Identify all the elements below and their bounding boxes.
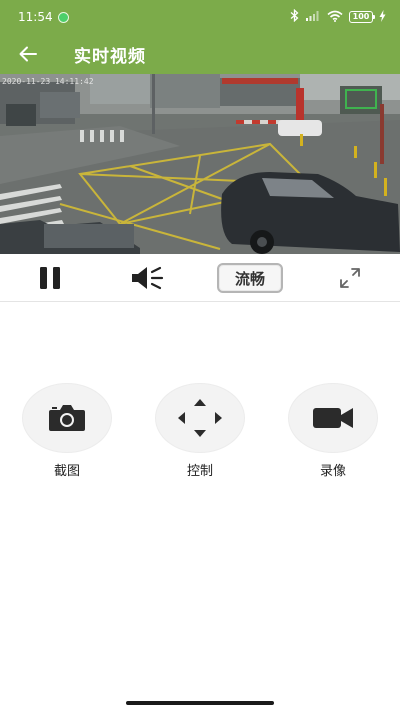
video-camera-icon xyxy=(313,408,353,428)
home-indicator[interactable] xyxy=(126,701,274,705)
status-bar: 11:54 100 xyxy=(0,0,400,34)
record-action[interactable]: 录像 xyxy=(288,383,378,479)
video-timestamp: 2020-11-23 14:11:42 xyxy=(2,77,94,86)
volume-button[interactable] xyxy=(126,254,172,302)
bluetooth-icon xyxy=(290,8,299,25)
fullscreen-icon xyxy=(340,268,360,288)
direction-pad-icon xyxy=(178,399,222,437)
ptz-control-action[interactable]: 控制 xyxy=(155,383,245,479)
signal-icon xyxy=(305,10,321,25)
back-button[interactable] xyxy=(0,34,56,74)
screenshot-action[interactable]: 截图 xyxy=(22,383,112,479)
pause-button[interactable] xyxy=(28,254,72,302)
status-left: 11:54 xyxy=(18,10,69,24)
status-time: 11:54 xyxy=(18,10,53,24)
charging-icon xyxy=(379,9,386,25)
battery-indicator: 100 xyxy=(349,11,375,23)
wifi-icon xyxy=(327,10,343,25)
pause-icon xyxy=(40,267,60,289)
notification-icon xyxy=(57,11,69,23)
status-right: 100 xyxy=(290,8,386,25)
video-frame xyxy=(0,74,400,254)
ptz-control-label: 控制 xyxy=(186,464,213,479)
video-player[interactable]: 2020-11-23 14:11:42 xyxy=(0,74,400,254)
fullscreen-button[interactable] xyxy=(330,254,370,302)
screenshot-label: 截图 xyxy=(53,464,80,479)
back-arrow-icon xyxy=(19,46,37,62)
speaker-icon xyxy=(132,266,164,290)
ptz-control-button[interactable] xyxy=(155,383,245,453)
page-title: 实时视频 xyxy=(74,46,146,67)
record-label: 录像 xyxy=(319,464,346,479)
screenshot-button[interactable] xyxy=(22,383,112,453)
camera-icon xyxy=(49,405,85,431)
screen: 11:54 100 实时视频 2020-11-23 14:11:42 流畅 截图… xyxy=(0,0,400,711)
app-header: 实时视频 xyxy=(0,34,400,74)
quality-label: 流畅 xyxy=(217,263,283,293)
video-control-bar: 流畅 xyxy=(0,254,400,302)
record-button[interactable] xyxy=(288,383,378,453)
quality-button[interactable]: 流畅 xyxy=(216,254,284,302)
